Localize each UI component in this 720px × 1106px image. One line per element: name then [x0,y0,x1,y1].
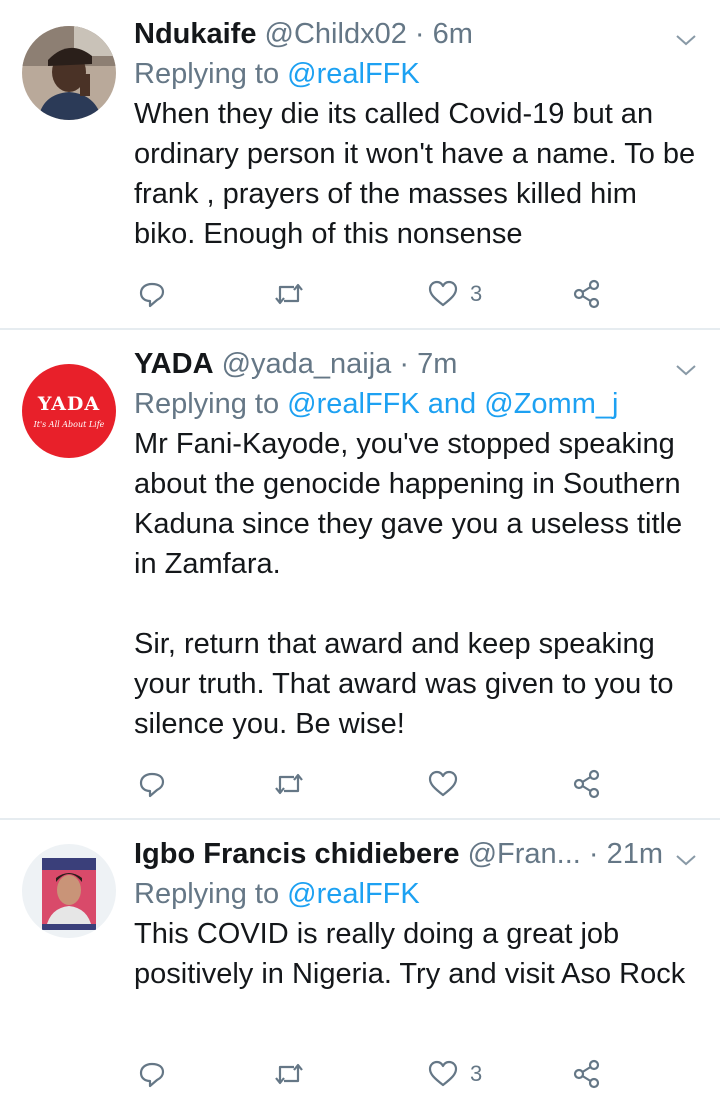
share-button[interactable] [572,1054,602,1094]
tweet-header: YADA @yada_naija · 7m [134,344,700,384]
share-icon [573,769,600,799]
user-handle[interactable]: @Fran... [468,838,581,870]
reply-button[interactable] [138,274,166,314]
avatar[interactable] [22,844,116,938]
retweet-button[interactable] [274,1054,304,1094]
mention-link[interactable]: @realFFK [287,58,420,90]
tweet-card[interactable]: Ndukaife @Childx02 · 6m Replying to @rea… [0,0,720,330]
reply-button[interactable] [138,1054,166,1094]
tweet-header: Ndukaife @Childx02 · 6m [134,14,700,54]
tweet-card[interactable]: YADA It's All About Life YADA @yada_naij… [0,330,720,820]
tweet-actions: 3 [134,274,700,314]
reply-icon [139,1062,165,1088]
avatar[interactable] [22,26,116,120]
tweet-header: Igbo Francis chidiebere @Fran... · 21m [134,834,700,874]
retweet-button[interactable] [274,764,304,804]
separator: · [414,18,425,50]
retweet-icon [275,283,303,305]
like-button[interactable]: 3 [428,1054,482,1094]
tweet-text: When they die its called Covid-19 but an… [134,98,696,250]
chevron-down-icon[interactable] [674,358,698,382]
heart-icon [428,280,458,307]
retweet-icon [275,773,303,795]
separator: · [399,348,410,380]
heart-icon [428,770,458,797]
separator: · [588,838,599,870]
chevron-down-icon[interactable] [674,848,698,872]
reply-prefix: Replying to [134,58,280,90]
mention-link[interactable]: @realFFK [287,388,420,420]
avatar-logo-tagline: It's All About Life [33,419,105,429]
tweet-text: This COVID is really doing a great job p… [134,918,686,990]
share-button[interactable] [572,274,602,314]
mention-link[interactable]: @Zomm_j [484,388,618,420]
display-name[interactable]: YADA [134,348,214,380]
tweet-actions [134,764,700,804]
display-name[interactable]: Igbo Francis chidiebere [134,838,460,870]
tweet-actions: 3 [134,1054,700,1094]
share-icon [573,1059,600,1089]
like-count: 3 [470,281,483,306]
timestamp[interactable]: 7m [417,348,457,380]
reply-icon [139,772,165,798]
like-button[interactable] [428,764,470,804]
retweet-icon [275,1063,303,1085]
reply-prefix: Replying to [134,878,280,910]
heart-icon [428,1060,458,1087]
like-count: 3 [470,1061,483,1086]
reply-context: Replying to @realFFK [134,54,700,94]
retweet-button[interactable] [274,274,304,314]
tweet-text: Mr Fani-Kayode, you've stopped speaking … [134,428,683,740]
like-button[interactable]: 3 [428,274,482,314]
user-handle[interactable]: @yada_naija [222,348,392,380]
reply-context: Replying to @realFFK and @Zomm_j [134,384,700,424]
share-icon [573,279,600,309]
chevron-down-icon[interactable] [674,28,698,52]
reply-prefix: Replying to [134,388,280,420]
mention-link[interactable]: @realFFK [287,878,420,910]
display-name[interactable]: Ndukaife [134,18,256,50]
user-handle[interactable]: @Childx02 [265,18,407,50]
avatar-logo-text: YADA [37,392,101,415]
tweet-card[interactable]: Igbo Francis chidiebere @Fran... · 21m R… [0,820,720,1106]
tweet-feed: Ndukaife @Childx02 · 6m Replying to @rea… [0,0,720,1106]
reply-icon [139,282,165,308]
timestamp[interactable]: 6m [433,18,473,50]
timestamp[interactable]: 21m [607,838,663,870]
share-button[interactable] [572,764,602,804]
avatar[interactable]: YADA It's All About Life [22,364,116,458]
mention-joiner: and [427,388,477,420]
reply-context: Replying to @realFFK [134,874,700,914]
reply-button[interactable] [138,764,166,804]
